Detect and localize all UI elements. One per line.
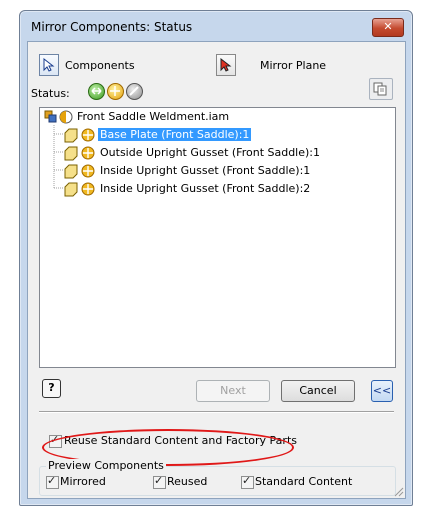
part-reuse-icon [64,146,95,161]
components-label: Components [65,59,135,72]
mirror-components-dialog: Mirror Components: Status ✕ Components M… [19,10,413,506]
dialog-body: Components Mirror Plane Status: Front Sa… [27,41,406,499]
part-reuse-icon [64,182,95,197]
mirrored-label: Mirrored [60,475,106,488]
collapse-button[interactable]: << [371,380,393,402]
preview-components-group: Preview Components Mirrored Reused Stand… [39,459,396,496]
tree-item-label: Base Plate (Front Saddle):1 [98,128,252,141]
mirror-plane-select-button[interactable] [216,54,236,76]
next-button[interactable]: Next [196,380,270,402]
component-tree[interactable]: Front Saddle Weldment.iam Base Plate (Fr… [39,107,396,368]
resize-grip-icon[interactable] [392,485,404,497]
arrow-cursor-icon [43,58,55,72]
copy-icon [373,82,387,96]
exclude-status-icon[interactable] [126,83,143,100]
reused-label: Reused [167,475,208,488]
copy-button[interactable] [369,78,393,100]
reuse-cross-icon [110,86,120,96]
mirror-plane-label: Mirror Plane [260,59,327,72]
help-button[interactable]: ? [42,379,61,398]
components-select-button[interactable] [39,54,59,76]
tree-item-label: Inside Upright Gusset (Front Saddle):1 [100,164,311,177]
title-bar: Mirror Components: Status ✕ [20,11,412,41]
close-button[interactable]: ✕ [372,18,404,37]
separator [39,411,394,413]
tree-item-label: Outside Upright Gusset (Front Saddle):1 [100,146,321,159]
part-reuse-icon [64,164,95,179]
assembly-icon [44,110,73,124]
exclude-slash-icon [129,86,139,96]
arrow-cursor-icon [220,58,232,72]
tree-root-label: Front Saddle Weldment.iam [77,110,230,123]
reused-checkbox[interactable] [153,474,166,489]
mirrored-checkbox[interactable] [46,474,59,489]
preview-group-title: Preview Components [46,459,166,472]
mirror-arrows-icon [91,87,102,95]
standard-content-checkbox[interactable] [241,474,254,489]
reuse-status-icon[interactable] [107,83,124,100]
cancel-button[interactable]: Cancel [281,380,355,402]
mirror-status-icon[interactable] [88,83,105,100]
status-label: Status: [31,87,70,100]
part-reuse-icon [64,128,95,143]
standard-content-label: Standard Content [255,475,353,488]
tree-item-label: Inside Upright Gusset (Front Saddle):2 [100,182,311,195]
dialog-title: Mirror Components: Status [31,20,193,34]
